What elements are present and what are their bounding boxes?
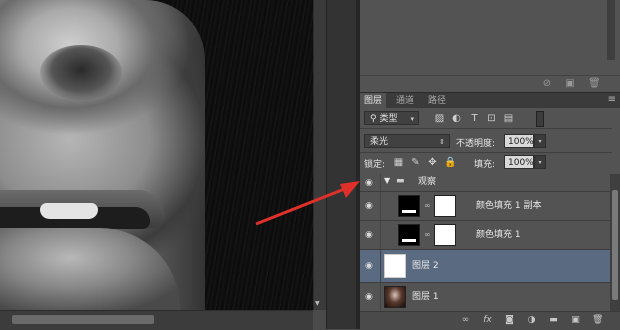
upper-panel (360, 0, 620, 75)
layer-row-fill[interactable]: ◉ ∞ 颜色填充 1 (360, 221, 610, 250)
horizontal-scrollbar[interactable] (0, 310, 313, 330)
new-icon[interactable]: ▣ (565, 79, 575, 89)
expand-triangle-icon[interactable]: ▼ (384, 176, 390, 185)
new-layer-icon[interactable]: ▣ (570, 315, 581, 326)
canvas-teeth (40, 203, 98, 219)
lock-transparent-icon[interactable]: ▦ (393, 157, 404, 168)
shape-filter-icon[interactable]: ⊡ (486, 113, 497, 124)
adjustment-filter-icon[interactable]: ◐ (451, 113, 462, 124)
layer-name: 颜色填充 1 副本 (476, 201, 542, 211)
mask-thumbnail[interactable] (434, 224, 456, 246)
folder-icon: ▬ (396, 176, 405, 186)
trash-icon[interactable]: 🗑 (588, 79, 601, 89)
vertical-scrollbar[interactable] (313, 0, 327, 310)
visibility-toggle[interactable]: ◉ (362, 283, 381, 311)
mask-thumbnail[interactable] (434, 195, 456, 217)
chain-link-icon[interactable]: ∞ (424, 229, 431, 241)
layer-row-layer1[interactable]: ◉ 图层 1 (360, 283, 610, 312)
panel-dock-strip (326, 0, 357, 329)
filter-kind-dropdown[interactable]: ⚲ 类型 ▾ (364, 111, 419, 125)
layers-panel: ⚲ 类型 ▾ ▨ ◐ T ⊡ ▤ 柔光 ⇕ 不透明度: 100% ▾ 锁定: ▦… (360, 108, 620, 329)
image-filter-icon[interactable]: ▨ (434, 113, 445, 124)
layer-name: 观察 (418, 177, 437, 187)
link-icon[interactable]: ∞ (460, 315, 471, 326)
filter-kind-label: 类型 (379, 114, 398, 124)
eye-icon: ◉ (365, 177, 373, 188)
blend-mode-dropdown[interactable]: 柔光 ⇕ (364, 134, 450, 148)
document-canvas[interactable] (0, 0, 313, 310)
layer-thumbnail[interactable] (384, 254, 406, 278)
lock-label: 锁定: (364, 160, 386, 170)
blend-mode-value: 柔光 (370, 137, 389, 147)
fill-slider-button[interactable]: ▾ (534, 155, 546, 169)
tab-channels[interactable]: 通道 (392, 93, 418, 109)
chain-link-icon[interactable]: ∞ (424, 200, 431, 212)
eye-icon: ◉ (365, 201, 373, 211)
scroll-down-icon[interactable]: ▼ (315, 300, 320, 307)
fill-label: 填充: (474, 160, 496, 170)
fill-thumbnail[interactable] (398, 195, 420, 217)
panel-menu-icon[interactable]: ≡ (608, 94, 616, 105)
eye-icon: ◉ (365, 292, 373, 302)
lock-move-icon[interactable]: ✥ (427, 157, 438, 168)
fill-thumbnail[interactable] (398, 224, 420, 246)
mask-icon[interactable]: ◙ (504, 315, 515, 326)
layers-scrollbar[interactable] (610, 174, 620, 314)
layer-name: 颜色填充 1 (476, 230, 521, 240)
layer-thumbnail[interactable] (384, 286, 406, 308)
visibility-toggle[interactable]: ◉ (362, 192, 381, 220)
folder-icon[interactable]: ▬ (548, 315, 559, 326)
lock-paint-icon[interactable]: ✎ (410, 157, 421, 168)
fx-icon[interactable]: fx (482, 315, 493, 326)
opacity-input[interactable]: 100% (504, 134, 534, 148)
upper-panel-footer: ⊘ ▣ 🗑 (360, 75, 620, 93)
panel-tabs: 图层 通道 路径 ≡ (360, 92, 620, 109)
fill-input[interactable]: 100% (504, 155, 534, 169)
layer-row-fill-copy[interactable]: ◉ ∞ 颜色填充 1 副本 (360, 192, 610, 221)
chevron-down-icon: ⇕ (439, 138, 445, 146)
type-filter-icon[interactable]: T (469, 113, 480, 124)
layer-name: 图层 2 (412, 261, 439, 271)
layer-row-group[interactable]: ◉ ▼ ▬ 观察 (360, 174, 610, 192)
separator (360, 128, 612, 129)
chevron-down-icon: ▾ (410, 115, 414, 123)
canvas-nostril (40, 45, 122, 100)
lock-all-icon[interactable]: 🔒 (444, 157, 456, 168)
tab-layers[interactable]: 图层 (360, 93, 387, 109)
filter-toggle[interactable] (536, 111, 544, 127)
tab-paths[interactable]: 路径 (424, 93, 450, 109)
layer-row-layer2[interactable]: ◉ 图层 2 (360, 250, 610, 283)
layers-footer: ∞ fx ◙ ◑ ▬ ▣ 🗑 (360, 311, 620, 330)
horizontal-scroll-thumb[interactable] (12, 315, 154, 324)
opacity-label: 不透明度: (456, 139, 496, 149)
trash-icon[interactable]: 🗑 (592, 315, 603, 326)
upper-panel-scrollbar[interactable] (607, 0, 615, 60)
eye-icon: ◉ (365, 261, 373, 271)
visibility-toggle[interactable]: ◉ (362, 221, 381, 249)
layer-name: 图层 1 (412, 292, 439, 302)
smart-filter-icon[interactable]: ▤ (503, 113, 514, 124)
block-icon[interactable]: ⊘ (542, 79, 552, 89)
adjustment-icon[interactable]: ◑ (526, 315, 537, 326)
visibility-toggle[interactable]: ◉ (362, 250, 381, 282)
opacity-slider-button[interactable]: ▾ (534, 134, 546, 148)
layers-list: ◉ ▼ ▬ 观察 ◉ ∞ 颜色填充 1 副本 ◉ ∞ 颜色填充 1 ◉ 图层 2… (360, 174, 610, 314)
separator (360, 152, 612, 153)
visibility-toggle[interactable]: ◉ (362, 174, 381, 191)
layers-scroll-thumb[interactable] (612, 190, 618, 300)
eye-icon: ◉ (365, 230, 373, 240)
